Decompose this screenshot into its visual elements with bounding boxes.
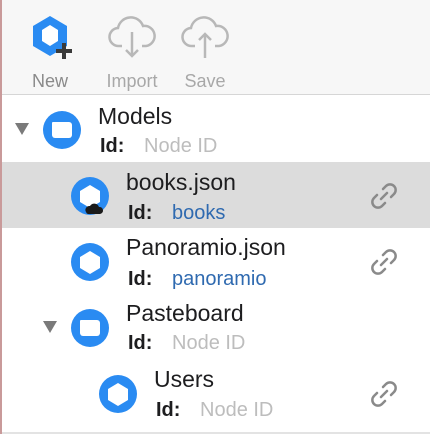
id-label: Id:	[128, 202, 153, 224]
save-button-label: Save	[184, 71, 226, 91]
id-field[interactable]: books	[172, 202, 225, 225]
link-icon[interactable]	[366, 376, 402, 412]
disclosure-triangle-icon[interactable]	[43, 321, 57, 333]
folder-icon	[42, 110, 82, 150]
node-title: Pasteboard	[126, 300, 244, 326]
tree-row-books-json[interactable]: books.json Id: books	[2, 162, 430, 228]
save-button[interactable]: Save	[171, 8, 239, 91]
id-label: Id:	[100, 135, 125, 157]
id-label: Id:	[128, 332, 153, 354]
model-cloud-icon	[70, 176, 110, 216]
tree-row-pasteboard[interactable]: Pasteboard Id: Node ID	[2, 294, 430, 360]
model-icon	[70, 242, 110, 282]
id-field[interactable]: Node ID	[172, 332, 245, 355]
node-title: Models	[98, 103, 173, 129]
folder-icon	[70, 308, 110, 348]
id-label: Id:	[128, 268, 153, 290]
new-icon	[33, 16, 72, 59]
node-title: Users	[154, 366, 215, 392]
id-label: Id:	[156, 399, 181, 421]
toolbar: New Import Save	[2, 0, 430, 94]
tree-row-users[interactable]: Users Id: Node ID	[2, 360, 430, 426]
link-icon[interactable]	[366, 244, 402, 280]
id-field[interactable]: Node ID	[144, 135, 217, 158]
node-title: books.json	[126, 169, 236, 195]
app-window: New Import Save Models Id: Node ID books…	[0, 0, 430, 434]
cloud-download-icon	[108, 16, 156, 58]
toolbar-divider	[2, 94, 430, 95]
disclosure-triangle-icon[interactable]	[15, 123, 29, 135]
node-title: Panoramio.json	[126, 234, 286, 260]
link-icon[interactable]	[366, 178, 402, 214]
new-button[interactable]: New	[15, 8, 85, 91]
new-button-label: New	[31, 71, 68, 91]
id-field[interactable]: panoramio	[172, 268, 267, 291]
import-button[interactable]: Import	[96, 8, 168, 91]
model-icon	[98, 374, 138, 414]
tree-row-models[interactable]: Models Id: Node ID	[2, 96, 430, 162]
id-field[interactable]: Node ID	[200, 399, 273, 422]
import-button-label: Import	[106, 71, 158, 91]
tree-row-panoramio-json[interactable]: Panoramio.json Id: panoramio	[2, 228, 430, 294]
cloud-upload-icon	[181, 16, 229, 58]
